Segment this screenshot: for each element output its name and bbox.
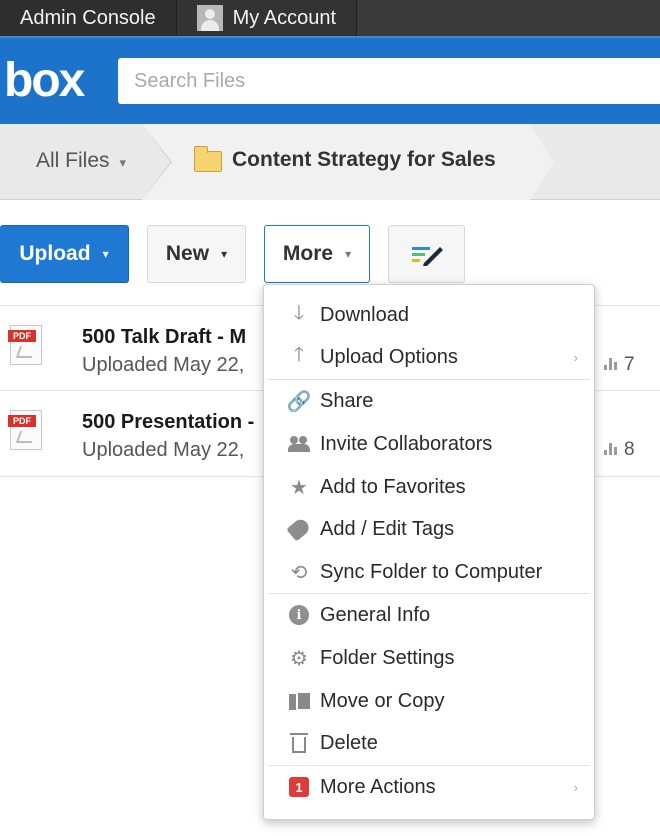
trash-icon — [288, 732, 310, 754]
folder-icon — [194, 146, 222, 172]
box-logo[interactable]: box — [4, 54, 85, 108]
menu-item-delete[interactable]: Delete — [264, 722, 594, 764]
menu-item-label: Share — [320, 389, 374, 412]
new-label: New — [165, 242, 210, 265]
search-placeholder: Search Files — [134, 69, 246, 92]
trash-shape — [290, 733, 308, 753]
chevron-right-icon: › — [573, 779, 578, 795]
notes-button[interactable] — [388, 225, 465, 283]
menu-item-general-info[interactable]: i General Info — [264, 594, 594, 636]
user-avatar-icon — [196, 5, 223, 31]
chevron-down-icon: ▾ — [221, 247, 228, 261]
breadcrumb-current-arrow — [530, 124, 554, 200]
menu-item-label: More Actions — [320, 775, 436, 798]
notification-badge-icon: 1 — [288, 776, 310, 798]
menu-item-more-actions[interactable]: 1 More Actions › — [264, 766, 594, 808]
admin-console-tab[interactable]: Admin Console — [0, 0, 177, 36]
file-name[interactable]: 500 Talk Draft - M — [82, 326, 246, 349]
breadcrumb: All Files ▾ Content Strategy for Sales — [0, 124, 660, 200]
chevron-down-icon: ▾ — [345, 247, 352, 261]
copy-icon — [288, 690, 312, 712]
tag-shape — [286, 516, 312, 542]
file-meta: Uploaded May 22, — [82, 439, 245, 461]
pdf-badge: PDF — [8, 330, 36, 342]
menu-item-label: Folder Settings — [320, 646, 455, 669]
breadcrumb-all-files[interactable]: All Files ▾ — [36, 149, 126, 173]
copy-docs-shape — [289, 691, 312, 711]
view-count-value: 7 — [624, 354, 635, 375]
menu-item-label: Invite Collaborators — [320, 432, 493, 455]
download-arrow-icon: 🡓 — [293, 302, 305, 324]
stats-bars-icon — [604, 358, 618, 370]
more-label: More — [282, 242, 334, 265]
link-icon: 🔗 — [286, 390, 312, 413]
admin-console-label: Admin Console — [20, 6, 156, 29]
admin-bar: Admin Console My Account — [0, 0, 660, 36]
menu-item-invite-collaborators[interactable]: Invite Collaborators — [264, 423, 594, 465]
notes-pencil-icon — [411, 247, 443, 266]
menu-item-label: Download — [320, 303, 409, 326]
pdf-mark — [15, 431, 37, 443]
chevron-down-icon: ▾ — [119, 155, 127, 170]
menu-item-move-or-copy[interactable]: Move or Copy — [264, 680, 594, 722]
search-input[interactable]: Search Files — [118, 58, 660, 104]
pdf-badge: PDF — [8, 415, 36, 427]
menu-item-add-edit-tags[interactable]: Add / Edit Tags — [264, 508, 594, 550]
current-folder-title: Content Strategy for Sales — [232, 148, 496, 171]
more-button[interactable]: More ▾ — [264, 225, 370, 283]
info-icon: i — [288, 604, 310, 626]
star-icon: ★ — [290, 476, 308, 499]
menu-item-label: Move or Copy — [320, 689, 445, 712]
breadcrumb-separator — [142, 124, 170, 200]
file-name[interactable]: 500 Presentation - — [82, 411, 254, 434]
new-button[interactable]: New ▾ — [147, 225, 246, 283]
pdf-file-icon: PDF — [8, 410, 42, 450]
all-files-label: All Files — [36, 149, 110, 172]
chevron-right-icon: › — [573, 349, 578, 365]
sync-icon: ⟲ — [290, 561, 308, 584]
view-count: 7 — [604, 354, 635, 376]
menu-item-sync-folder[interactable]: ⟲ Sync Folder to Computer — [264, 551, 594, 593]
my-account-label: My Account — [232, 6, 337, 29]
app-header: box Search Files — [0, 36, 660, 124]
menu-item-label: Delete — [320, 731, 378, 754]
view-count-value: 8 — [624, 439, 635, 460]
upload-label: Upload — [19, 242, 91, 265]
notification-badge: 1 — [289, 777, 309, 797]
file-meta: Uploaded May 22, — [82, 354, 245, 376]
more-dropdown-menu: 🡓 Download 🡑 Upload Options › 🔗 Share In… — [263, 284, 595, 820]
collaborators-icon — [288, 433, 310, 455]
menu-item-download[interactable]: 🡓 Download — [264, 294, 594, 336]
menu-item-upload-options[interactable]: 🡑 Upload Options › — [264, 336, 594, 378]
pdf-mark — [15, 346, 37, 358]
menu-item-folder-settings[interactable]: ⚙ Folder Settings — [264, 637, 594, 679]
info-dot: i — [289, 605, 309, 625]
menu-item-label: Sync Folder to Computer — [320, 560, 543, 583]
menu-item-add-to-favorites[interactable]: ★ Add to Favorites — [264, 466, 594, 508]
view-count: 8 — [604, 439, 635, 461]
gear-icon: ⚙ — [290, 647, 308, 670]
people-icon — [288, 436, 310, 452]
my-account-tab[interactable]: My Account — [176, 0, 358, 36]
chevron-down-icon: ▾ — [102, 247, 109, 261]
menu-item-label: Add / Edit Tags — [320, 517, 455, 540]
upload-arrow-icon: 🡑 — [293, 344, 305, 366]
menu-item-label: Add to Favorites — [320, 475, 466, 498]
menu-item-label: General Info — [320, 603, 431, 626]
menu-item-share[interactable]: 🔗 Share — [264, 380, 594, 422]
pdf-file-icon: PDF — [8, 325, 42, 365]
menu-item-label: Upload Options — [320, 345, 458, 368]
tag-icon — [286, 516, 312, 542]
upload-button[interactable]: Upload ▾ — [0, 225, 129, 283]
stats-bars-icon — [604, 443, 618, 455]
